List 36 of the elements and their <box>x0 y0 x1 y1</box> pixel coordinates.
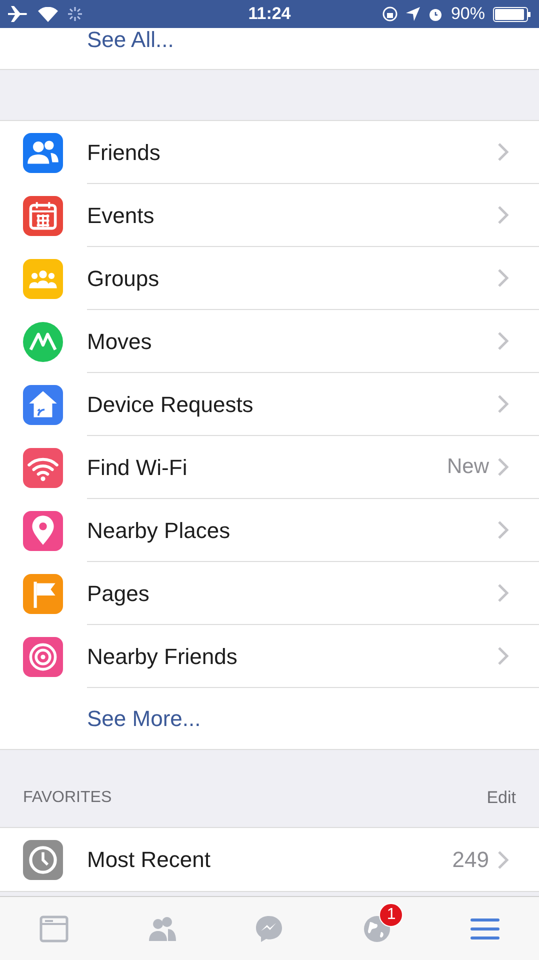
notification-badge: 1 <box>379 902 404 926</box>
chevron-right-icon <box>497 394 509 414</box>
chevron-right-icon <box>497 457 509 477</box>
alarm-icon <box>428 6 443 22</box>
chevron-right-icon <box>497 850 509 870</box>
edit-link[interactable]: Edit <box>486 784 516 810</box>
chevron-right-icon <box>497 268 509 288</box>
menu-item[interactable]: Friends <box>87 136 497 168</box>
rotation-lock-icon <box>382 6 398 22</box>
menu-item[interactable]: Most Recent <box>87 843 452 876</box>
menu-item[interactable]: Device Requests <box>87 388 497 420</box>
wifi-icon <box>38 6 58 22</box>
menu-item[interactable]: Nearby Places <box>87 514 497 546</box>
chevron-right-icon <box>497 583 509 603</box>
chevron-right-icon <box>497 205 509 225</box>
chevron-right-icon <box>497 142 509 162</box>
menu-item[interactable]: Pages <box>87 576 497 610</box>
item-count: 249 <box>452 846 489 874</box>
menu-item[interactable]: Groups <box>87 262 497 294</box>
section-header: FAVORITES <box>23 788 112 808</box>
menu-item[interactable]: Nearby Friends <box>87 640 497 672</box>
clock-time: 11:24 <box>247 3 292 26</box>
menu-item[interactable]: Events <box>87 198 497 232</box>
see-more-link[interactable]: See More... <box>87 702 201 735</box>
chevron-right-icon <box>497 520 509 540</box>
airplane-icon <box>8 6 28 22</box>
location-arrow-icon <box>406 7 420 21</box>
menu-item[interactable]: Find Wi-Fi <box>87 450 447 484</box>
battery-percentage: 90% <box>450 3 485 26</box>
chevron-right-icon <box>497 331 509 351</box>
see-all-link[interactable]: See All... <box>87 28 174 52</box>
new-label: New <box>446 454 489 480</box>
battery-icon <box>493 6 531 22</box>
menu-item[interactable]: Moves <box>87 324 497 358</box>
chevron-right-icon <box>497 646 509 666</box>
loading-spinner-icon <box>68 7 82 21</box>
